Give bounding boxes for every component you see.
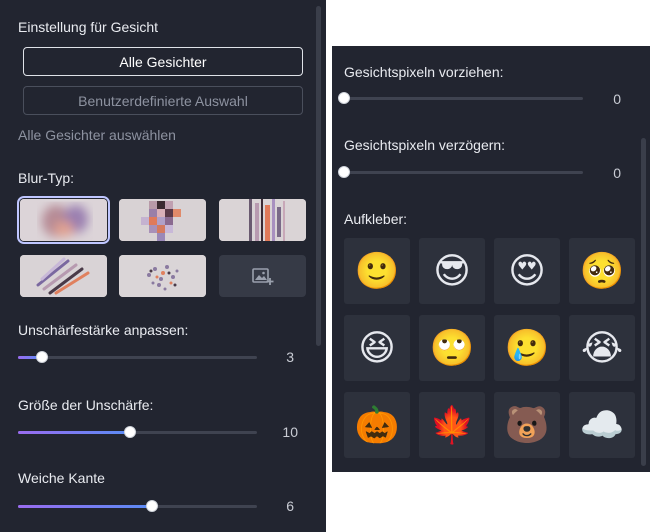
sticker-pleading[interactable]: 🥺 xyxy=(569,238,635,304)
sticker-sunglasses[interactable]: 😎 xyxy=(419,238,485,304)
loudly-crying-icon: 😭 xyxy=(580,327,624,368)
eye-roll-icon: 🙄 xyxy=(429,327,475,368)
sticker-heart-eyes[interactable]: 😍 xyxy=(494,238,560,304)
sticker-pumpkin[interactable]: 🎃 xyxy=(344,392,410,458)
pixel-advance-slider[interactable] xyxy=(338,92,583,104)
heart-eyes-icon: 😍 xyxy=(508,250,546,291)
slider-knob[interactable] xyxy=(145,500,158,512)
pixel-delay-value: 0 xyxy=(613,165,621,181)
cloud-icon: ☁️ xyxy=(579,404,625,445)
slider-fill xyxy=(18,431,131,434)
blur-type-title: Blur-Typ: xyxy=(18,170,75,186)
tearful-smile-icon: 🥲 xyxy=(504,327,550,368)
stickers-title: Aufkleber: xyxy=(344,211,408,227)
blur-type-soft-blur[interactable] xyxy=(17,196,110,244)
sticker-cloud[interactable]: ☁️ xyxy=(569,392,635,458)
soft-edge-value: 6 xyxy=(286,498,294,514)
soft-edge-label: Weiche Kante xyxy=(18,470,105,486)
right-scrollbar[interactable] xyxy=(641,138,646,466)
soft-blur-preview-icon xyxy=(20,199,107,241)
pumpkin-icon: 🎃 xyxy=(354,404,400,445)
left-scrollbar[interactable] xyxy=(316,6,321,346)
select-all-faces-link[interactable]: Alle Gesichter auswählen xyxy=(18,127,176,143)
glitch-preview-icon xyxy=(219,199,306,241)
slider-knob[interactable] xyxy=(338,92,350,104)
sticker-eye-roll[interactable]: 🙄 xyxy=(419,315,485,381)
slider-knob[interactable] xyxy=(338,166,350,178)
custom-selection-button[interactable]: Benutzerdefinierte Auswahl xyxy=(23,86,303,115)
slight-smile-icon: 🙂 xyxy=(354,250,400,291)
face-blur-settings-panel: Einstellung für Gesicht Alle Gesichter B… xyxy=(0,0,326,532)
sticker-maple-leaf[interactable]: 🍁 xyxy=(419,392,485,458)
all-faces-button[interactable]: Alle Gesichter xyxy=(23,47,303,76)
blur-type-pixelate[interactable] xyxy=(119,199,206,241)
slider-knob[interactable] xyxy=(124,426,137,438)
sticker-laughing[interactable]: 😆 xyxy=(344,315,410,381)
blur-strength-value: 3 xyxy=(286,349,294,365)
pixelate-preview-icon xyxy=(119,199,206,241)
pixel-advance-label: Gesichtspixeln vorziehen: xyxy=(344,64,504,80)
pixel-delay-slider[interactable] xyxy=(338,166,583,178)
add-custom-blur-button[interactable] xyxy=(219,255,306,297)
sticker-slight-smile[interactable]: 🙂 xyxy=(344,238,410,304)
face-timing-sticker-panel: Gesichtspixeln vorziehen: 0 Gesichtspixe… xyxy=(332,46,650,472)
sticker-bear[interactable]: 🐻 xyxy=(494,392,560,458)
motion-smear-preview-icon xyxy=(20,255,107,297)
blur-strength-slider[interactable] xyxy=(18,351,257,363)
face-settings-title: Einstellung für Gesicht xyxy=(18,19,159,35)
blur-strength-label: Unschärfestärke anpassen: xyxy=(18,322,189,338)
sticker-loudly-crying[interactable]: 😭 xyxy=(569,315,635,381)
blur-type-motion-smear[interactable] xyxy=(20,255,107,297)
bear-icon: 🐻 xyxy=(504,404,550,445)
slider-knob[interactable] xyxy=(35,351,48,363)
pixel-advance-value: 0 xyxy=(613,91,621,107)
slider-fill xyxy=(18,505,152,508)
blur-type-noise-scatter[interactable] xyxy=(119,255,206,297)
sticker-tearful-smile[interactable]: 🥲 xyxy=(494,315,560,381)
soft-edge-slider[interactable] xyxy=(18,500,257,512)
maple-leaf-icon: 🍁 xyxy=(429,404,475,445)
pleading-icon: 🥺 xyxy=(579,250,625,291)
sunglasses-icon: 😎 xyxy=(433,250,471,291)
laughing-icon: 😆 xyxy=(358,327,396,368)
noise-scatter-preview-icon xyxy=(119,255,206,297)
blur-size-slider[interactable] xyxy=(18,426,257,438)
pixel-delay-label: Gesichtspixeln verzögern: xyxy=(344,137,506,153)
blur-size-label: Größe der Unschärfe: xyxy=(18,397,154,413)
add-image-icon xyxy=(251,268,273,285)
blur-size-value: 10 xyxy=(282,424,298,440)
blur-type-glitch[interactable] xyxy=(219,199,306,241)
